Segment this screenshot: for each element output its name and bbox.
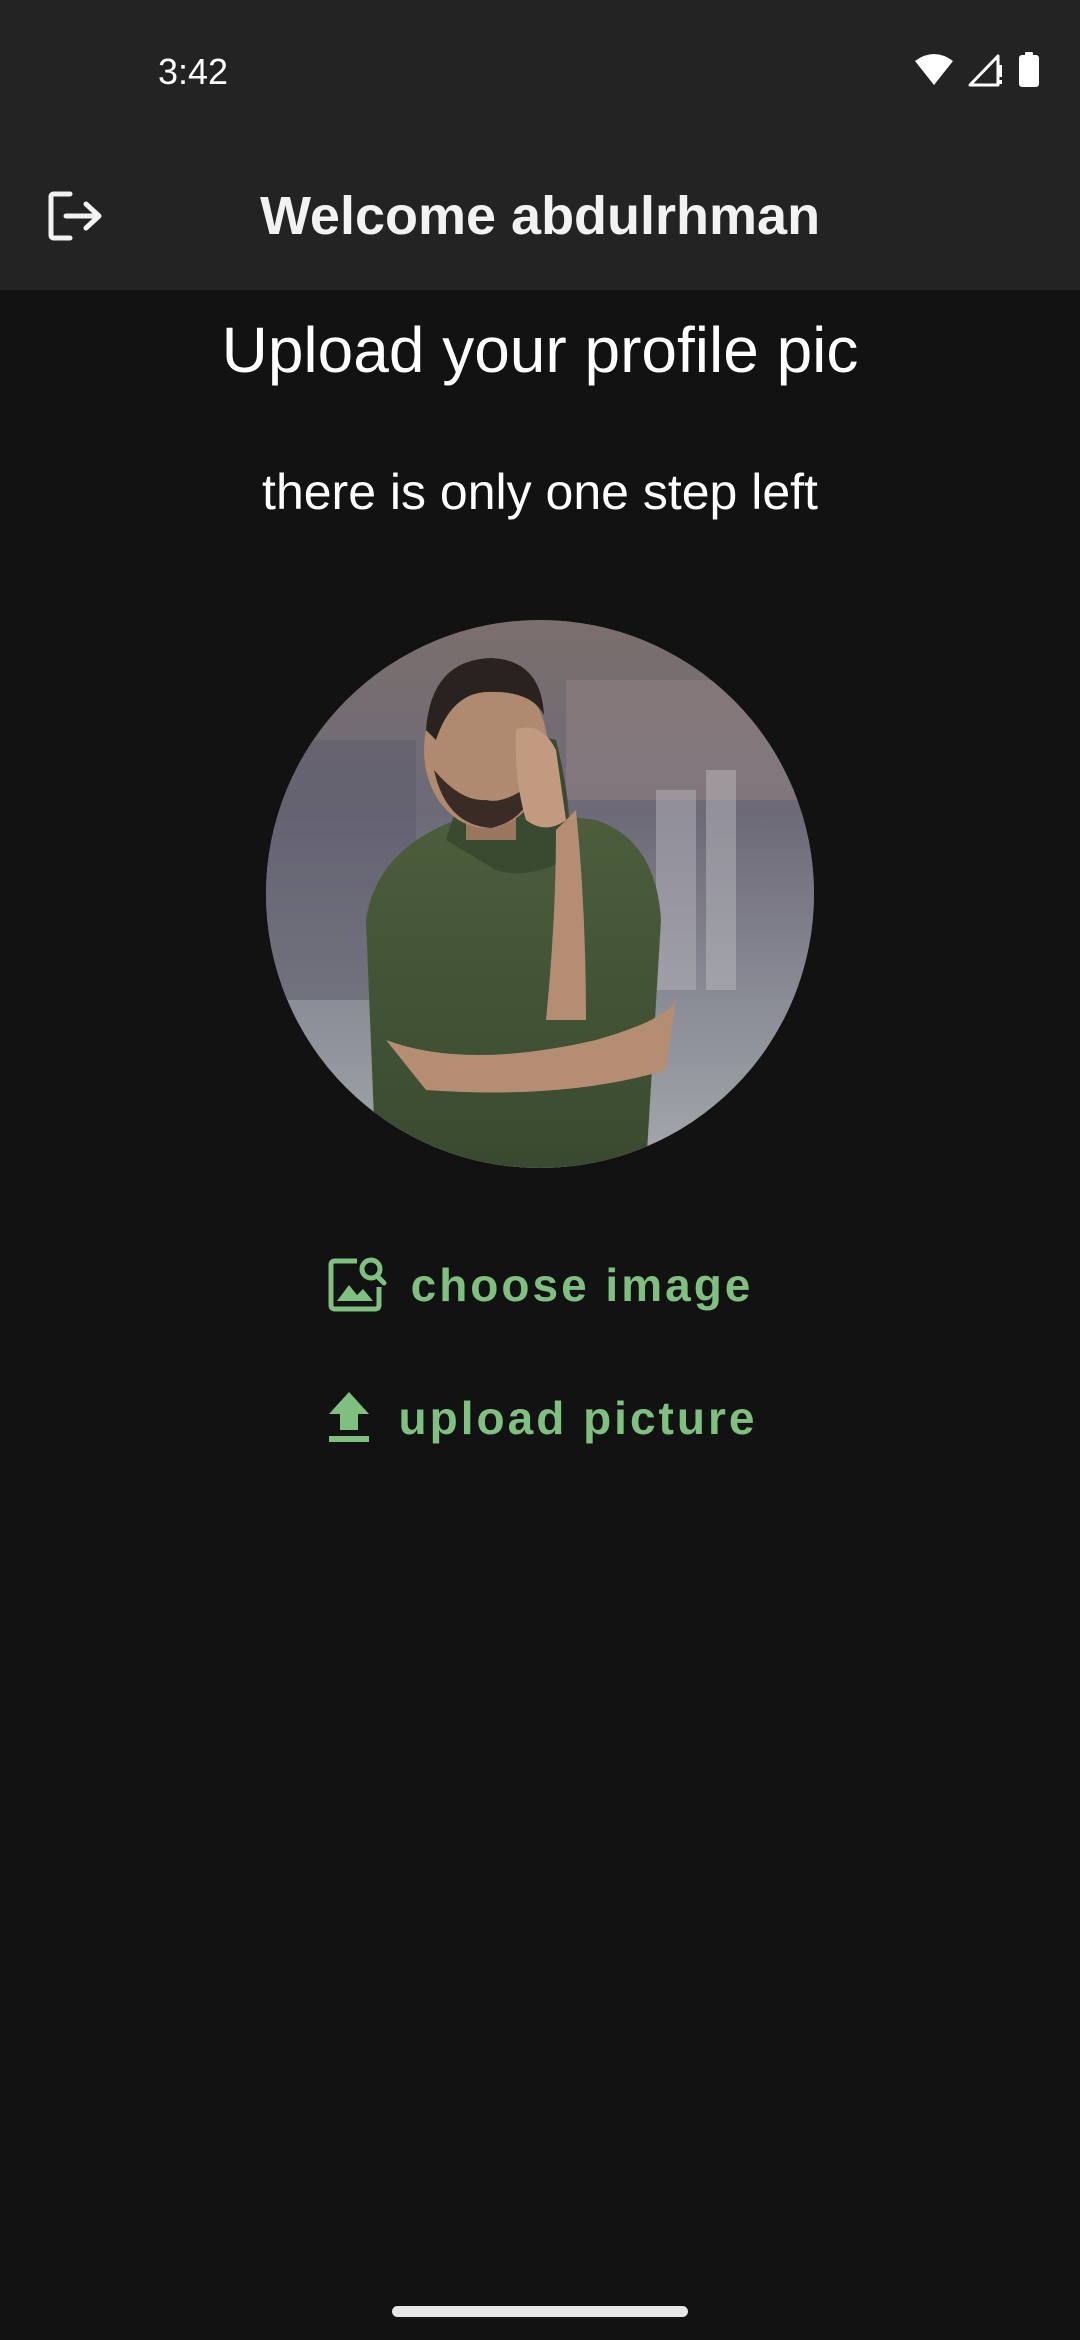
- wifi-icon: [914, 53, 954, 92]
- page-title: Upload your profile pic: [221, 314, 859, 386]
- app-title: Welcome abdulrhman: [259, 186, 821, 246]
- choose-image-button[interactable]: choose image: [0, 1235, 1080, 1335]
- battery-icon: [1018, 51, 1040, 93]
- upload-icon: [323, 1388, 375, 1449]
- page-subtitle: there is only one step left: [262, 464, 818, 520]
- status-time: 3:42: [158, 51, 229, 92]
- app-bar: Welcome abdulrhman: [0, 140, 1080, 290]
- upload-picture-label: upload picture: [398, 1392, 758, 1444]
- upload-picture-button[interactable]: upload picture: [0, 1368, 1080, 1468]
- home-indicator[interactable]: [392, 2306, 688, 2317]
- main-content: Upload your profile pic there is only on…: [0, 290, 1080, 2340]
- image-search-icon: [327, 1253, 387, 1318]
- status-icons: [914, 50, 1040, 94]
- choose-image-label: choose image: [410, 1259, 754, 1311]
- profile-photo: [266, 620, 814, 1168]
- cellular-signal-icon: [968, 53, 1004, 92]
- status-bar: 3:42: [0, 0, 1080, 140]
